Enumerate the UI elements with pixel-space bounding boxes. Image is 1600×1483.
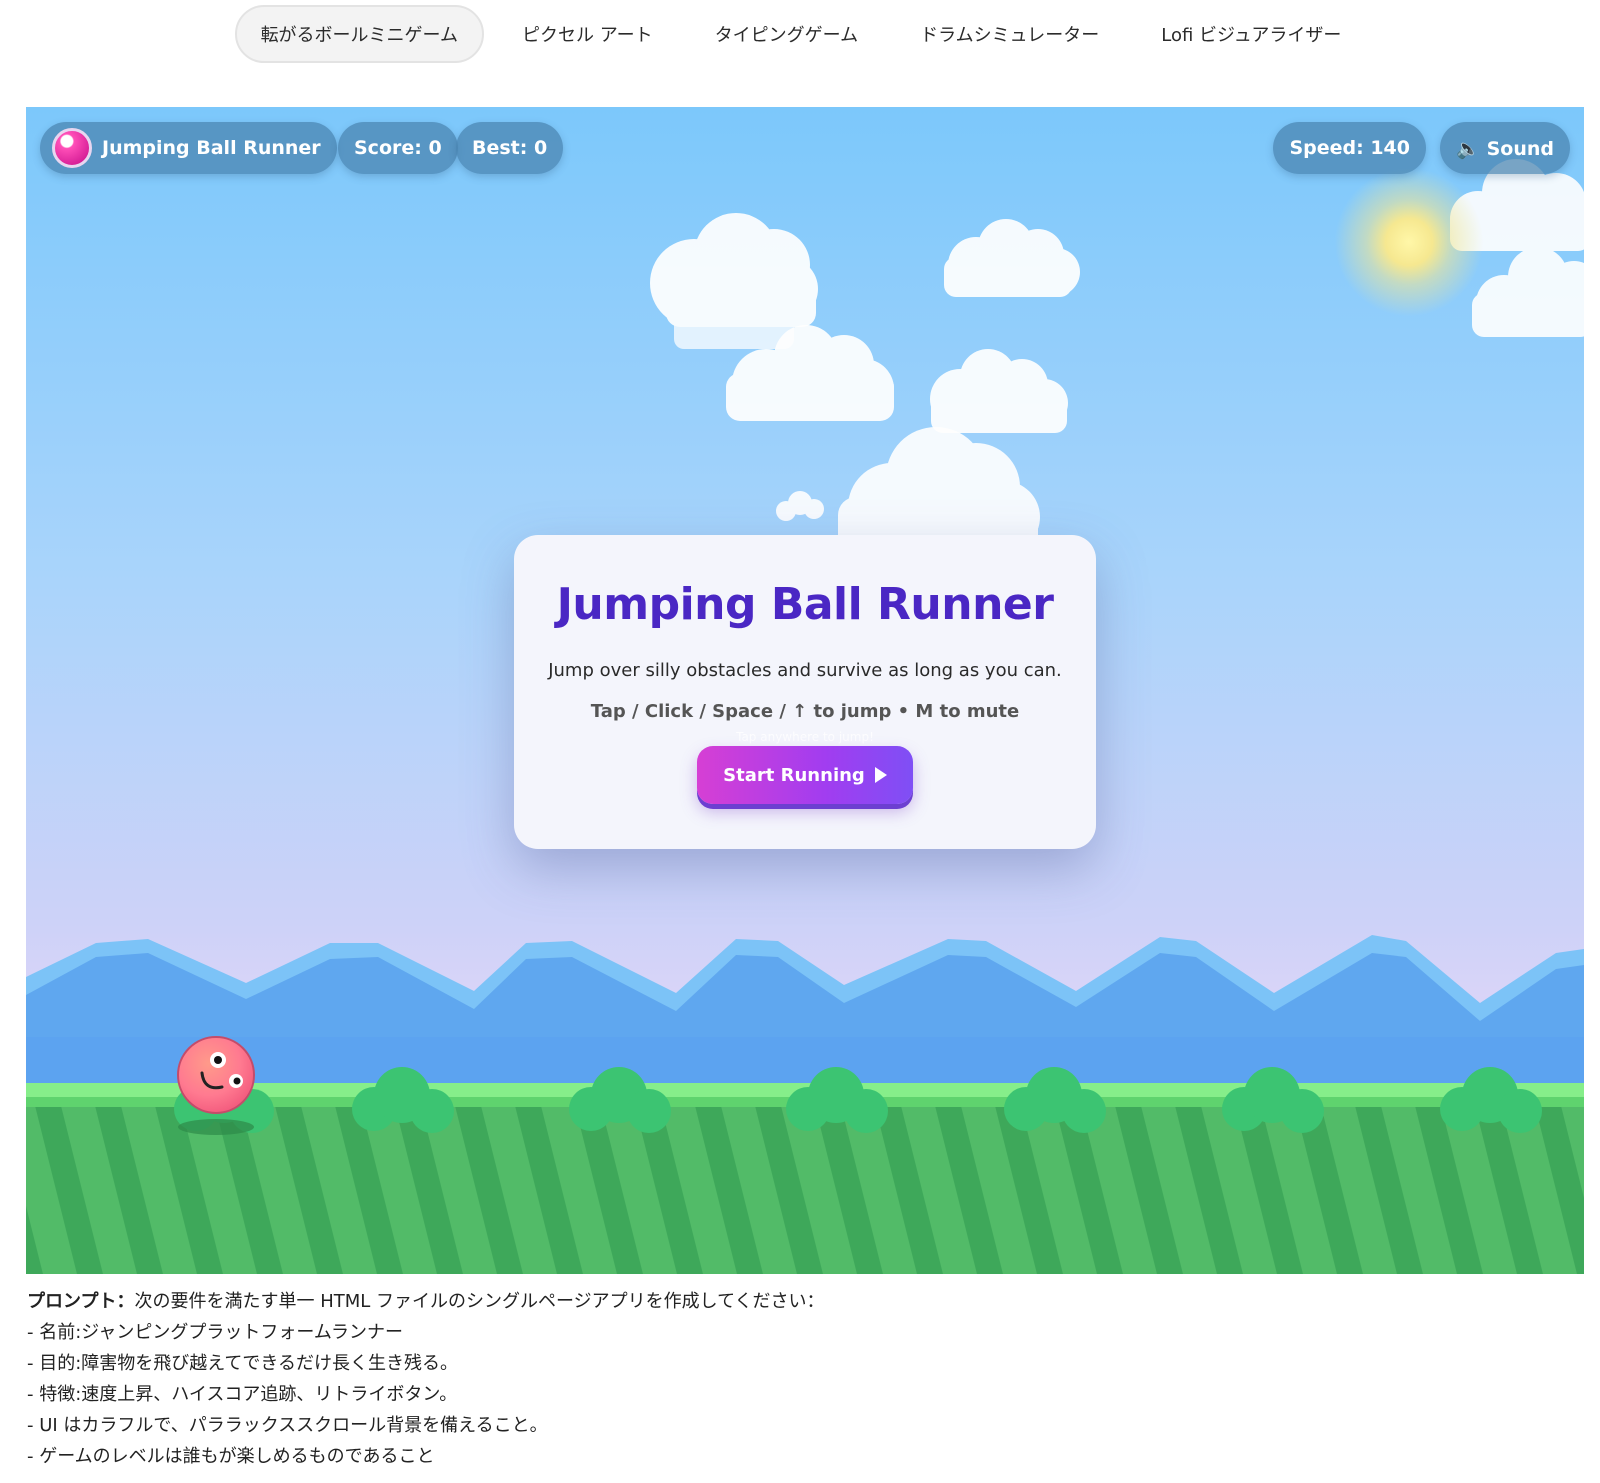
start-dialog: Jumping Ball Runner Jump over silly obst… [514, 535, 1096, 849]
prompt-text: プロンプト：次の要件を満たす単一 HTML ファイルのシングルページアプリを作成… [27, 1286, 1527, 1472]
dialog-description: Jump over silly obstacles and survive as… [548, 660, 1062, 681]
score-badge: Score: 0 [338, 122, 458, 174]
tab-typing-game[interactable]: タイピングゲーム [691, 5, 882, 63]
prompt-line: - ゲームのレベルは誰もが楽しめるものであること [27, 1446, 435, 1467]
ball-logo-icon [52, 128, 92, 168]
speed-badge: Speed: 140 [1273, 122, 1426, 174]
dialog-controls-help: Tap / Click / Space / ↑ to jump • M to m… [590, 701, 1020, 722]
tab-rolling-ball-game[interactable]: 転がるボールミニゲーム [234, 5, 485, 63]
game-title-badge: Jumping Ball Runner [40, 122, 337, 174]
ground [26, 1107, 1584, 1274]
game-title-label: Jumping Ball Runner [102, 137, 321, 159]
prompt-line: - 特徴:速度上昇、ハイスコア追跡、リトライボタン。 [27, 1384, 458, 1405]
top-tab-bar: 転がるボールミニゲーム ピクセル アート タイピングゲーム ドラムシミュレーター… [0, 4, 1600, 64]
prompt-line: - UI はカラフルで、パララックススクロール背景を備えること。 [27, 1415, 548, 1436]
game-canvas[interactable]: Jumping Ball Runner Score: 0 Best: 0 Spe… [26, 107, 1584, 1274]
sound-toggle-button[interactable]: 🔈 Sound [1440, 122, 1570, 174]
dialog-title: Jumping Ball Runner [556, 579, 1054, 630]
tab-lofi-visualizer[interactable]: Lofi ビジュアライザー [1137, 5, 1365, 63]
prompt-line: - 名前:ジャンピングプラットフォームランナー [27, 1322, 403, 1343]
tab-drum-simulator[interactable]: ドラムシミュレーター [896, 5, 1123, 63]
play-icon [874, 767, 887, 783]
dialog-hint: Tap anywhere to jump! [736, 730, 874, 744]
prompt-line: - 目的:障害物を飛び越えてできるだけ長く生き残る。 [27, 1353, 459, 1374]
cloud [930, 349, 1068, 433]
start-running-button[interactable]: Start Running [697, 746, 913, 804]
prompt-heading: プロンプト： [27, 1291, 135, 1312]
tab-pixel-art[interactable]: ピクセル アート [498, 5, 677, 63]
sun-icon [1334, 167, 1484, 317]
cloud [944, 219, 1080, 297]
start-running-label: Start Running [723, 764, 865, 786]
best-score-badge: Best: 0 [456, 122, 564, 174]
prompt-intro: 次の要件を満たす単一 HTML ファイルのシングルページアプリを作成してください… [134, 1291, 825, 1312]
